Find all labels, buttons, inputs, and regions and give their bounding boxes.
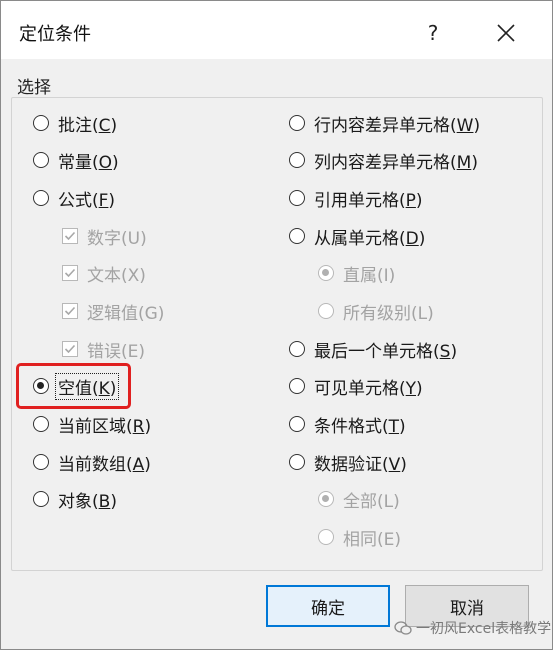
radio-icon[interactable] xyxy=(289,454,305,470)
option-constants[interactable]: 常量(O) xyxy=(33,146,119,174)
radio-icon[interactable] xyxy=(289,190,305,206)
radio-icon[interactable] xyxy=(33,454,49,470)
option-comments[interactable]: 批注(C) xyxy=(33,109,117,137)
radio-selected-icon xyxy=(318,491,334,507)
checkbox-icon xyxy=(62,341,78,357)
radio-selected-icon xyxy=(318,265,334,281)
option-validation-all: 全部(L) xyxy=(318,485,400,513)
option-visible-cells[interactable]: 可见单元格(Y) xyxy=(289,372,423,400)
dialog-title: 定位条件 xyxy=(19,24,91,45)
radio-icon[interactable] xyxy=(289,152,305,168)
option-errors: 错误(E) xyxy=(62,335,145,363)
radio-icon[interactable] xyxy=(33,190,49,206)
checkbox-icon xyxy=(62,265,78,281)
option-logicals: 逻辑值(G) xyxy=(62,297,164,325)
close-icon xyxy=(497,24,515,42)
option-text: 文本(X) xyxy=(62,259,146,287)
option-row-differences[interactable]: 行内容差异单元格(W) xyxy=(289,109,480,137)
radio-icon[interactable] xyxy=(33,152,49,168)
help-button[interactable]: ? xyxy=(414,15,452,51)
title-bar: 定位条件 ? xyxy=(1,1,552,59)
option-direct-only: 直属(I) xyxy=(318,259,395,287)
go-to-special-dialog: 定位条件 ? 选择 批注(C) 常量(O) 公式(F) 数字(U) 文本(X) xyxy=(0,0,553,650)
option-numbers: 数字(U) xyxy=(62,222,147,250)
radio-icon[interactable] xyxy=(33,491,49,507)
option-current-array[interactable]: 当前数组(A) xyxy=(33,448,151,476)
radio-icon[interactable] xyxy=(33,115,49,131)
checkbox-icon xyxy=(62,303,78,319)
radio-icon[interactable] xyxy=(289,378,305,394)
radio-icon[interactable] xyxy=(289,416,305,432)
radio-icon[interactable] xyxy=(289,115,305,131)
red-highlight-box xyxy=(16,363,131,409)
option-dependents[interactable]: 从属单元格(D) xyxy=(289,222,425,250)
radio-icon xyxy=(318,303,334,319)
close-button[interactable] xyxy=(486,15,526,51)
radio-icon[interactable] xyxy=(33,416,49,432)
ok-button[interactable]: 确定 xyxy=(266,585,390,627)
radio-icon[interactable] xyxy=(289,341,305,357)
option-last-cell[interactable]: 最后一个单元格(S) xyxy=(289,335,457,363)
radio-icon xyxy=(318,529,334,545)
watermark: 一初风Excel表格教学 xyxy=(394,618,551,638)
radio-icon[interactable] xyxy=(289,228,305,244)
option-validation-same: 相同(E) xyxy=(318,523,401,551)
option-objects[interactable]: 对象(B) xyxy=(33,485,117,513)
checkbox-icon xyxy=(62,228,78,244)
option-column-differences[interactable]: 列内容差异单元格(M) xyxy=(289,146,478,174)
option-current-region[interactable]: 当前区域(R) xyxy=(33,410,151,438)
option-precedents[interactable]: 引用单元格(P) xyxy=(289,184,423,212)
group-label: 选择 xyxy=(17,78,51,98)
option-all-levels: 所有级别(L) xyxy=(318,297,434,325)
option-formulas[interactable]: 公式(F) xyxy=(33,184,115,212)
option-data-validation[interactable]: 数据验证(V) xyxy=(289,448,407,476)
chat-bubble-icon xyxy=(394,621,412,635)
option-conditional-formats[interactable]: 条件格式(T) xyxy=(289,410,406,438)
